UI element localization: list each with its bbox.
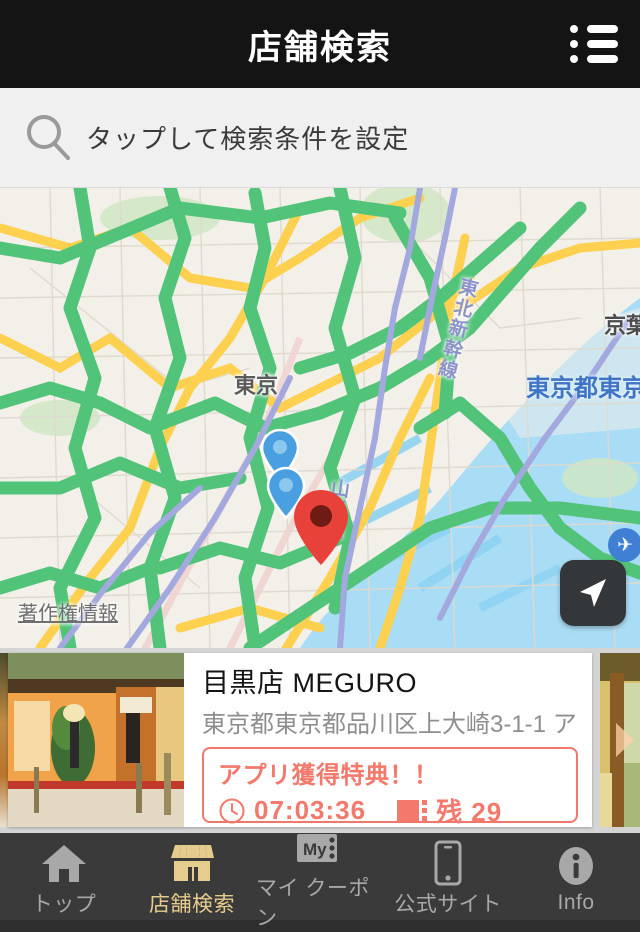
tab-label-store-search: 店舗検索 bbox=[149, 892, 235, 916]
storefront-photo bbox=[8, 653, 184, 827]
map-label-keiyo: 京葉 bbox=[604, 313, 640, 338]
promo-countdown: 07:03:36 bbox=[254, 795, 367, 825]
search-icon bbox=[27, 114, 70, 160]
promo-title: アプリ獲得特典！！ bbox=[218, 762, 439, 789]
store-address: 東京都東京都品川区上大崎3-1-1 アトレ... bbox=[202, 711, 578, 738]
clock-icon bbox=[219, 798, 245, 823]
map-label-bay-area: 東京都東京へ bbox=[526, 375, 640, 402]
my-ticket-icon: My bbox=[294, 828, 346, 868]
smartphone-icon bbox=[431, 840, 465, 885]
previous-store-card-peek[interactable] bbox=[0, 653, 8, 827]
page-title: 店舗検索 bbox=[248, 28, 392, 67]
search-bar[interactable]: タップして検索条件を設定 bbox=[0, 88, 640, 188]
menu-dot bbox=[570, 25, 578, 33]
tab-store-search[interactable]: 店舗検索 bbox=[128, 833, 256, 920]
tab-label-official-site: 公式サイト bbox=[394, 892, 502, 916]
menu-icon-row bbox=[570, 25, 618, 33]
svg-text:My: My bbox=[303, 840, 327, 859]
ticket-icon bbox=[397, 799, 428, 822]
promo-stats: 07:03:36 残 29 bbox=[218, 792, 562, 829]
shop-icon bbox=[167, 842, 217, 884]
chevron-right-icon[interactable] bbox=[616, 723, 634, 757]
map-canvas bbox=[0, 188, 640, 648]
bottom-tab-bar: トップ 店舗検索 My マイ クーポン 公式サイト Info bbox=[0, 833, 640, 930]
navigation-arrow-icon[interactable] bbox=[560, 560, 626, 626]
tab-label-info: Info bbox=[557, 890, 595, 914]
menu-dot bbox=[570, 55, 578, 63]
promo-box[interactable]: アプリ獲得特典！！ 07:03:36 残 29 bbox=[202, 747, 578, 827]
store-pin-selected[interactable] bbox=[291, 488, 351, 568]
menu-icon-row bbox=[570, 55, 618, 63]
promo-remaining-group: 残 29 bbox=[396, 792, 502, 829]
store-card[interactable]: 目黒店 MEGURO 東京都東京都品川区上大崎3-1-1 アトレ... アプリ獲… bbox=[8, 653, 592, 827]
menu-dot bbox=[570, 40, 578, 48]
tab-info[interactable]: Info bbox=[512, 833, 640, 920]
store-info: 目黒店 MEGURO 東京都東京都品川区上大崎3-1-1 アトレ... アプリ獲… bbox=[184, 653, 592, 827]
store-name: 目黒店 MEGURO bbox=[202, 668, 418, 698]
tab-label-my-coupon: マイ クーポン bbox=[256, 876, 370, 930]
home-icon bbox=[41, 842, 87, 884]
navigation-arrow-glyph bbox=[580, 579, 606, 607]
tab-official-site[interactable]: 公式サイト bbox=[384, 833, 512, 920]
airplane-icon[interactable]: ✈ bbox=[608, 528, 640, 562]
copyright-link[interactable]: 著作権情報 bbox=[18, 597, 118, 626]
next-store-card-peek[interactable] bbox=[600, 653, 640, 827]
app-header: 店舗検索 bbox=[0, 0, 640, 88]
menu-bar bbox=[587, 40, 618, 48]
list-menu-icon[interactable] bbox=[566, 20, 622, 68]
store-card-carousel[interactable]: 目黒店 MEGURO 東京都東京都品川区上大崎3-1-1 アトレ... アプリ獲… bbox=[0, 648, 640, 833]
map-label-tokyo: 東京 bbox=[234, 373, 279, 398]
tab-label-top: トップ bbox=[31, 892, 97, 916]
menu-bar bbox=[587, 55, 618, 63]
promo-countdown-group: 07:03:36 bbox=[218, 795, 366, 826]
storefront-photo-graphic bbox=[8, 653, 184, 827]
search-input[interactable]: タップして検索条件を設定 bbox=[86, 119, 409, 156]
menu-icon-row bbox=[570, 40, 618, 48]
menu-bar bbox=[587, 25, 618, 33]
promo-remaining: 残 29 bbox=[436, 797, 503, 827]
tab-my-coupon[interactable]: My マイ クーポン bbox=[256, 833, 384, 930]
info-circle-icon bbox=[555, 845, 597, 887]
map-view[interactable]: 東京 東北新幹線 山手線 京葉 東京都東京へ ✈ ✈ 著作権情報 bbox=[0, 188, 640, 648]
tab-top[interactable]: トップ bbox=[0, 833, 128, 920]
